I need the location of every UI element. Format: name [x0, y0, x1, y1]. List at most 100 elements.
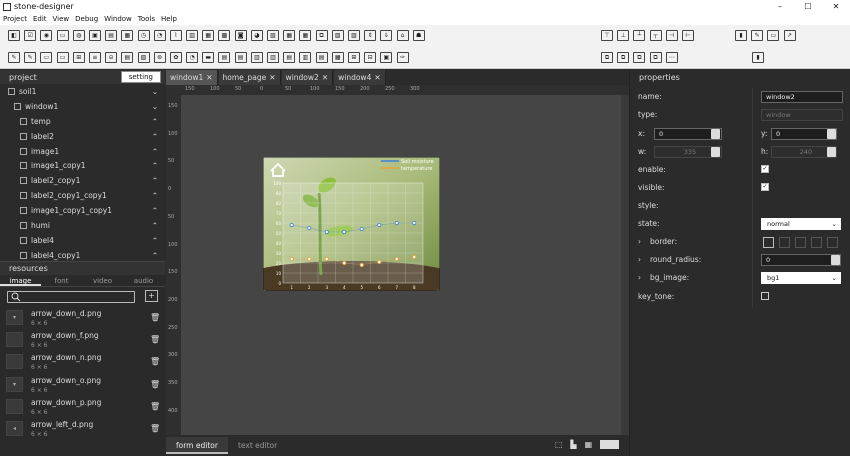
toolbar-tool-icon[interactable]: ◔	[186, 51, 199, 63]
toolbar-tool-icon[interactable]: ◧	[8, 29, 20, 41]
menu-view[interactable]: View	[53, 14, 70, 25]
toolbar-tool-icon[interactable]: ◔	[153, 29, 166, 41]
tree-item[interactable]: temp ⌃	[0, 114, 165, 129]
menu-project[interactable]: Project	[3, 14, 27, 25]
resource-item[interactable]: ▾ arrow_down_d.png 6 × 6 🗑	[0, 307, 165, 329]
expand-toggle-icon[interactable]: ⌃	[152, 117, 158, 126]
toolbar-tool-icon[interactable]: ▭	[40, 51, 53, 63]
resource-search-input[interactable]	[7, 291, 135, 303]
border-bottom-toggle[interactable]	[827, 237, 838, 248]
tab-font[interactable]: font	[41, 275, 82, 286]
toolbar-tool-icon[interactable]: ▬	[202, 51, 215, 63]
toolbar-tool-icon[interactable]: ⊟	[364, 51, 377, 63]
toolbar-tool-icon[interactable]: ⧉	[315, 29, 328, 41]
toolbar-tool-icon[interactable]: ≡	[88, 51, 101, 63]
toolbar-tool-icon[interactable]: ▭	[767, 29, 780, 41]
menu-tools[interactable]: Tools	[138, 14, 155, 25]
x-spinner[interactable]	[711, 129, 720, 139]
close-tab-icon[interactable]: ✕	[206, 73, 212, 82]
toolbar-tool-icon[interactable]: ✎	[8, 51, 20, 63]
expand-toggle-icon[interactable]: ⌃	[152, 191, 158, 200]
menu-edit[interactable]: Edit	[33, 14, 47, 25]
expand-arrow-icon[interactable]: ›	[638, 273, 641, 282]
expand-toggle-icon[interactable]: ⌄	[152, 87, 158, 96]
expand-toggle-icon[interactable]: ⌄	[152, 102, 158, 111]
menu-help[interactable]: Help	[161, 14, 177, 25]
toolbar-tool-icon[interactable]: ▭	[56, 51, 69, 63]
document-tab[interactable]: window2 ✕	[281, 70, 334, 85]
toolbar-tool-icon[interactable]: ▦	[121, 29, 134, 41]
document-tab[interactable]: window4 ✕	[334, 70, 386, 85]
tree-item[interactable]: image1 ⌃	[0, 144, 165, 159]
round-radius-field[interactable]: 0	[761, 254, 841, 266]
toolbar-tool-icon[interactable]: ⊚	[153, 51, 166, 63]
close-button[interactable]: ✕	[822, 0, 850, 14]
tree-item[interactable]: label2_copy1 ⌃	[0, 173, 165, 188]
toolbar-tool-icon[interactable]: ⊢	[681, 29, 694, 41]
toolbar-tool-icon[interactable]: ▧	[267, 29, 279, 41]
resource-item[interactable]: ▾ arrow_down_o.png 6 × 6 🗑	[0, 374, 165, 396]
tab-audio[interactable]: audio	[123, 275, 164, 286]
tree-item[interactable]: label4 ⌃	[0, 233, 165, 248]
menu-debug[interactable]: Debug	[75, 14, 98, 25]
toolbar-tool-icon[interactable]: ⊝	[105, 51, 118, 63]
toolbar-tool-icon[interactable]: ◍	[72, 29, 85, 41]
tab-form-editor[interactable]: form editor	[166, 437, 228, 454]
ruler-icon[interactable]: ▙	[570, 440, 576, 449]
zoom-scale[interactable]: 1:1	[600, 440, 619, 449]
trash-icon[interactable]: 🗑	[150, 313, 160, 322]
enable-checkbox[interactable]: ✓	[761, 165, 769, 173]
toolbar-tool-icon[interactable]: ✿	[169, 51, 182, 63]
trash-icon[interactable]: 🗑	[150, 402, 160, 411]
y-spinner[interactable]	[827, 129, 836, 139]
toolbar-tool-icon[interactable]: ✎	[24, 51, 37, 63]
toolbar-tool-icon[interactable]: ▩	[218, 29, 231, 41]
tree-item[interactable]: window1 ⌄	[0, 99, 165, 114]
toolbar-tool-icon[interactable]: ▭	[56, 29, 69, 41]
grid-icon[interactable]: ▦	[585, 440, 593, 449]
toolbar-tool-icon[interactable]: ☑	[24, 29, 37, 41]
toolbar-tool-icon[interactable]: ▥	[299, 51, 312, 63]
toolbar-tool-icon[interactable]: ⌂	[396, 29, 409, 41]
toolbar-tool-icon[interactable]: ☗	[412, 29, 425, 41]
window-preview[interactable]: 1009080706050403020100 12345678 Soil moi…	[263, 157, 440, 291]
visible-checkbox[interactable]: ✓	[761, 183, 769, 191]
tree-item[interactable]: soil1 ⌄	[0, 84, 165, 99]
round-radius-spinner[interactable]	[831, 255, 840, 265]
expand-toggle-icon[interactable]: ⌃	[152, 236, 158, 245]
vertical-scrollbar[interactable]	[621, 95, 629, 435]
close-tab-icon[interactable]: ✕	[322, 73, 328, 82]
toolbar-tool-icon[interactable]: ▨	[331, 29, 344, 41]
toolbar-tool-icon[interactable]: ⧉	[617, 51, 630, 63]
expand-toggle-icon[interactable]: ⌃	[152, 161, 158, 170]
tab-image[interactable]: image	[0, 275, 41, 286]
close-tab-icon[interactable]: ✕	[269, 73, 275, 82]
toolbar-tool-icon[interactable]: ┬	[649, 29, 662, 41]
document-tab[interactable]: home_page ✕	[218, 70, 281, 85]
h-spinner[interactable]	[827, 147, 836, 157]
key-tone-checkbox[interactable]	[761, 292, 769, 300]
toolbar-tool-icon[interactable]: ⇕	[364, 29, 377, 41]
select-frame-icon[interactable]: ⬚	[555, 440, 563, 449]
trash-icon[interactable]: 🗑	[150, 424, 160, 433]
toolbar-tool-icon[interactable]: ▮	[735, 29, 747, 41]
tree-item[interactable]: label2 ⌃	[0, 129, 165, 144]
expand-toggle-icon[interactable]: ⌃	[152, 206, 158, 215]
resource-item[interactable]: ◂ arrow_left_d.png 6 × 6 🗑	[0, 418, 165, 440]
border-left-toggle[interactable]	[779, 237, 790, 248]
expand-toggle-icon[interactable]: ⌃	[152, 221, 158, 230]
toolbar-tool-icon[interactable]: ▣	[88, 29, 101, 41]
toolbar-tool-icon[interactable]: ⊞	[347, 51, 360, 63]
toolbar-tool-icon[interactable]: ▦	[283, 29, 296, 41]
toolbar-tool-icon[interactable]: ▮	[752, 51, 764, 63]
toolbar-tool-icon[interactable]: ┴	[633, 29, 646, 41]
tab-text-editor[interactable]: text editor	[228, 437, 287, 454]
expand-toggle-icon[interactable]: ⌃	[152, 176, 158, 185]
toolbar-tool-icon[interactable]: ▦	[299, 29, 312, 41]
bg-image-select[interactable]: bg1 ⌄	[761, 272, 841, 284]
trash-icon[interactable]: 🗑	[150, 357, 160, 366]
document-tab[interactable]: window1 ✕	[166, 70, 218, 85]
add-resource-button[interactable]: +	[145, 290, 158, 302]
maximize-button[interactable]: ☐	[794, 0, 822, 14]
toolbar-tool-icon[interactable]: ◙	[234, 29, 247, 41]
